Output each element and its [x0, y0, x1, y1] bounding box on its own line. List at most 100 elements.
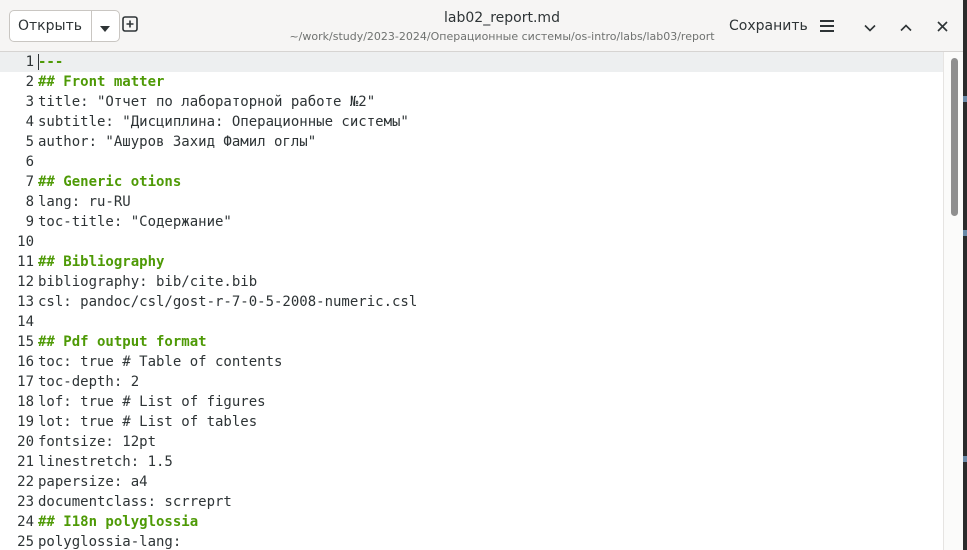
scrollbar-thumb[interactable]: [951, 58, 958, 216]
line-text: ---: [38, 54, 64, 70]
line-number: 12: [17, 274, 34, 290]
save-button[interactable]: Сохранить: [723, 13, 814, 39]
editor-line[interactable]: 3 title: "Отчет по лабораторной работе №2…: [0, 92, 943, 112]
window-title: lab02_report.md ~/work/study/2023-2024/О…: [240, 9, 764, 44]
editor-line[interactable]: 14: [0, 312, 943, 332]
line-number: 22: [17, 474, 34, 490]
editor-line[interactable]: 20 fontsize: 12pt: [0, 432, 943, 452]
line-text: title: "Отчет по лабораторной работе №2": [38, 94, 376, 110]
chevron-down-icon: [100, 17, 111, 36]
editor-line[interactable]: 8 lang: ru-RU: [0, 192, 943, 212]
editor-line[interactable]: 13 csl: pandoc/csl/gost-r-7-0-5-2008-nume…: [0, 292, 943, 312]
file-path: ~/work/study/2023-2024/Операционные сист…: [289, 30, 715, 43]
open-button[interactable]: Открыть: [10, 11, 92, 41]
line-text: lang: ru-RU: [38, 194, 131, 210]
line-number: 13: [17, 294, 34, 310]
editor-line[interactable]: 24 ## I18n polyglossia: [0, 512, 943, 532]
new-tab-icon: [122, 16, 138, 36]
line-number: 8: [25, 194, 34, 210]
line-number: 14: [17, 314, 34, 330]
line-number: 4: [25, 114, 34, 130]
line-number: 1: [25, 54, 34, 70]
text-cursor: [38, 54, 39, 70]
line-number: 3: [25, 94, 34, 110]
line-number: 17: [17, 374, 34, 390]
line-text: ## Bibliography: [38, 254, 165, 270]
editor-line[interactable]: 7 ## Generic otions: [0, 172, 943, 192]
new-tab-button[interactable]: [118, 14, 142, 38]
line-number: 15: [17, 334, 34, 350]
close-icon: [936, 17, 948, 36]
editor-line[interactable]: 16 toc: true # Table of contents: [0, 352, 943, 372]
line-text: ## Front matter: [38, 74, 165, 90]
line-text: bibliography: bib/cite.bib: [38, 274, 258, 290]
editor-line[interactable]: 19 lot: true # List of tables: [0, 412, 943, 432]
line-number: 21: [17, 454, 34, 470]
line-number: 24: [17, 514, 34, 530]
line-number: 10: [17, 234, 34, 250]
editor-line[interactable]: 10: [0, 232, 943, 252]
editor-line[interactable]: 25 polyglossia-lang:: [0, 532, 943, 550]
line-number: 20: [17, 434, 34, 450]
line-text: fontsize: 12pt: [38, 434, 157, 450]
line-text: ## Generic otions: [38, 174, 182, 190]
maximize-button[interactable]: [894, 14, 918, 38]
line-number: 6: [25, 154, 34, 170]
text-editor[interactable]: 1 --- 2 ## Front matter 3 title: "Отчет по ла…: [0, 52, 963, 550]
editor-line[interactable]: 11 ## Bibliography: [0, 252, 943, 272]
editor-line[interactable]: 1 ---: [0, 52, 943, 72]
desktop-background-edge: [963, 0, 967, 550]
line-text: linestretch: 1.5: [38, 454, 173, 470]
line-text: toc-title: "Содержание": [38, 214, 232, 230]
line-text: lot: true # List of tables: [38, 414, 258, 430]
editor-line[interactable]: 5 author: "Ашуров Захид Фамил оглы": [0, 132, 943, 152]
editor-line[interactable]: 9 toc-title: "Содержание": [0, 212, 943, 232]
editor-line[interactable]: 23 documentclass: scrreprt: [0, 492, 943, 512]
line-text: lof: true # List of figures: [38, 394, 266, 410]
editor-line[interactable]: 6: [0, 152, 943, 172]
line-number: 19: [17, 414, 34, 430]
headerbar: Открыть lab02_report.md ~/work/study/202…: [0, 0, 963, 52]
editor-line[interactable]: 21 linestretch: 1.5: [0, 452, 943, 472]
line-text: polyglossia-lang:: [38, 534, 182, 550]
maximize-icon: [900, 17, 912, 36]
desktop-edge-mark: [963, 456, 967, 462]
editor-line[interactable]: 18 lof: true # List of figures: [0, 392, 943, 412]
line-text: ## Pdf output format: [38, 334, 207, 350]
open-button-group: Открыть: [9, 10, 120, 42]
line-text: author: "Ашуров Захид Фамил оглы": [38, 134, 317, 150]
line-number: 25: [17, 534, 34, 550]
line-number: 7: [25, 174, 34, 190]
line-text: documentclass: scrreprt: [38, 494, 232, 510]
editor-line[interactable]: 22 papersize: a4: [0, 472, 943, 492]
open-menu-button[interactable]: [92, 11, 119, 41]
editor-line[interactable]: 12 bibliography: bib/cite.bib: [0, 272, 943, 292]
main-menu-button[interactable]: [815, 14, 839, 38]
hamburger-menu-icon: [820, 17, 834, 36]
desktop-edge-mark: [963, 230, 967, 236]
line-number: 9: [25, 214, 34, 230]
editor-line[interactable]: 4 subtitle: "Дисциплина: Операционные сис…: [0, 112, 943, 132]
editor-line[interactable]: 2 ## Front matter: [0, 72, 943, 92]
line-text: toc: true # Table of contents: [38, 354, 283, 370]
line-text: toc-depth: 2: [38, 374, 140, 390]
line-number: 5: [25, 134, 34, 150]
line-text: csl: pandoc/csl/gost-r-7-0-5-2008-numeri…: [38, 294, 418, 310]
line-number: 16: [17, 354, 34, 370]
line-number: 2: [25, 74, 34, 90]
file-name: lab02_report.md: [444, 10, 560, 26]
line-text: papersize: a4: [38, 474, 148, 490]
text-editor-window: Открыть lab02_report.md ~/work/study/202…: [0, 0, 963, 550]
close-button[interactable]: [930, 14, 954, 38]
line-number: 18: [17, 394, 34, 410]
line-number: 23: [17, 494, 34, 510]
desktop-edge-mark: [963, 96, 967, 102]
minimize-button[interactable]: [858, 14, 882, 38]
editor-line[interactable]: 17 toc-depth: 2: [0, 372, 943, 392]
minimize-icon: [864, 17, 876, 36]
line-number: 11: [17, 254, 34, 270]
line-text: ## I18n polyglossia: [38, 514, 199, 530]
vertical-scrollbar[interactable]: [943, 52, 963, 550]
line-text: subtitle: "Дисциплина: Операционные сист…: [38, 114, 409, 130]
editor-line[interactable]: 15 ## Pdf output format: [0, 332, 943, 352]
